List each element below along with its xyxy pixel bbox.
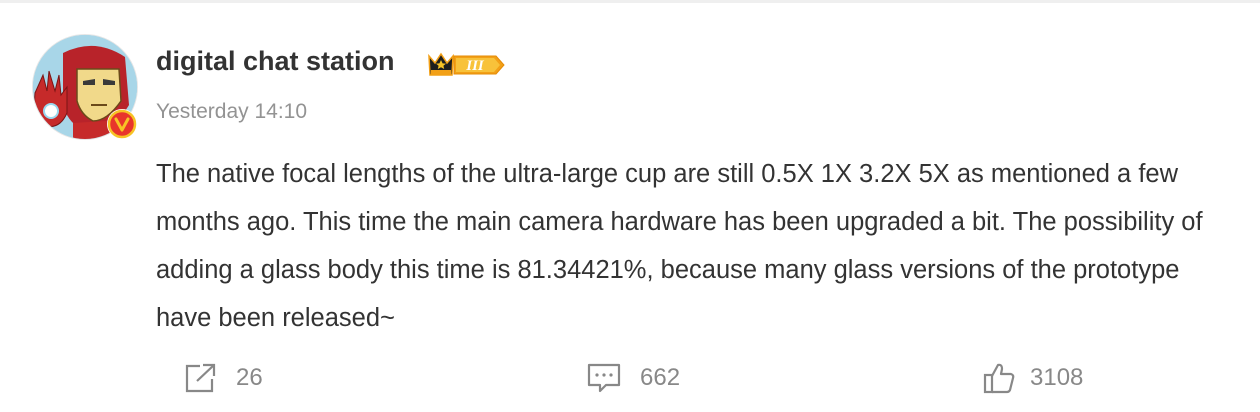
share-icon: [185, 363, 216, 393]
like-count: 3108: [1030, 364, 1084, 391]
author-name[interactable]: digital chat station: [156, 46, 395, 77]
post-text: The native focal lengths of the ultra-la…: [156, 160, 1203, 332]
top-divider: [0, 0, 1260, 3]
verified-v-icon: [107, 109, 137, 139]
author-avatar[interactable]: [32, 34, 138, 140]
crown-icon[interactable]: III: [426, 48, 508, 82]
comment-icon: [587, 363, 621, 393]
level-badge-text: III: [465, 58, 485, 74]
share-count: 26: [236, 364, 263, 391]
thumbs-up-icon: [983, 363, 1015, 394]
comment-button[interactable]: 662: [586, 358, 680, 398]
post-timestamp[interactable]: Yesterday 14:10: [156, 100, 307, 124]
share-button[interactable]: 26: [184, 358, 263, 398]
like-button[interactable]: 3108: [982, 358, 1083, 398]
comment-count: 662: [640, 364, 681, 391]
